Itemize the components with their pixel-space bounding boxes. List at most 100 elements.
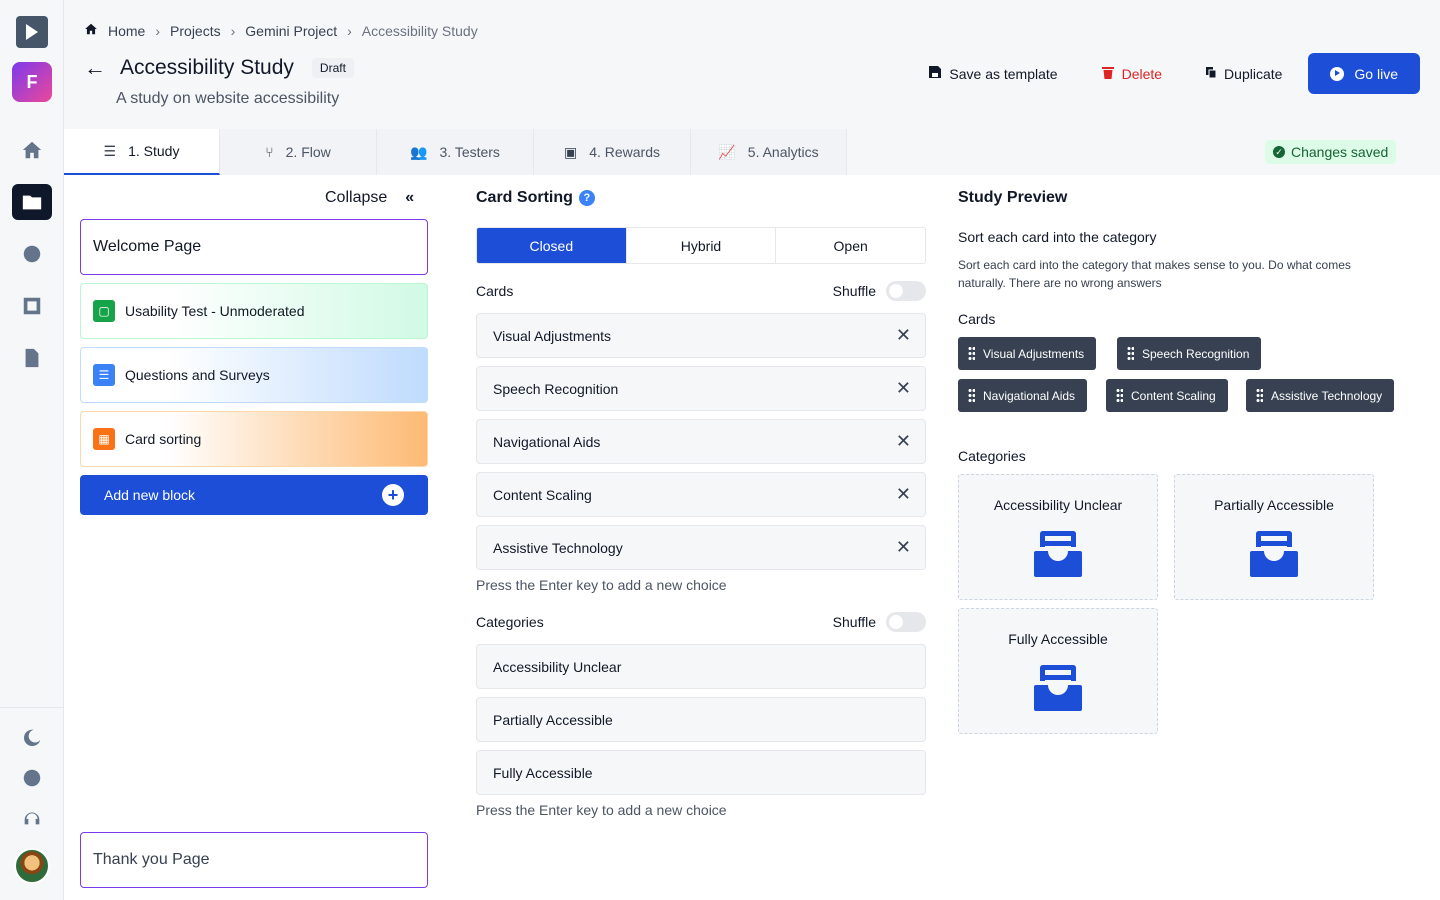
tab-rewards[interactable]: ▣ 4. Rewards — [534, 129, 691, 175]
preview-card-chip[interactable]: Speech Recognition — [1117, 337, 1262, 370]
preview-cards-label: Cards — [958, 311, 996, 327]
go-live-button[interactable]: Go live — [1308, 53, 1420, 94]
block-welcome-page[interactable]: Welcome Page — [80, 219, 428, 275]
page-title: Accessibility Study — [120, 56, 294, 79]
card-item[interactable]: Assistive Technology ✕ — [476, 525, 926, 570]
block-label: Welcome Page — [93, 238, 202, 255]
save-template-label: Save as template — [949, 65, 1058, 82]
folder-icon[interactable] — [12, 184, 52, 220]
close-icon[interactable]: ✕ — [896, 325, 911, 346]
tab-label: 3. Testers — [439, 144, 500, 160]
add-new-block-button[interactable]: Add new block + — [80, 475, 428, 515]
trash-icon — [1101, 66, 1114, 82]
moon-icon[interactable] — [12, 720, 52, 756]
app-logo-icon[interactable] — [16, 16, 48, 48]
duplicate-button[interactable]: Duplicate — [1184, 54, 1304, 94]
card-sort-icon: ▦ — [93, 428, 115, 450]
category-item-label: Fully Accessible — [493, 764, 593, 781]
globe-icon[interactable] — [12, 760, 52, 796]
status-badge: Draft — [311, 58, 354, 78]
card-item[interactable]: Visual Adjustments ✕ — [476, 313, 926, 358]
card-item-label: Navigational Aids — [493, 433, 601, 450]
block-thank-you-page[interactable]: Thank you Page — [80, 832, 428, 888]
changes-saved-label: Changes saved — [1291, 144, 1389, 160]
frame-icon[interactable] — [12, 288, 52, 324]
preview-description: Sort each card into the category that ma… — [958, 258, 1351, 290]
breadcrumb-home[interactable]: Home — [108, 23, 145, 39]
card-item[interactable]: Content Scaling ✕ — [476, 472, 926, 517]
categories-label: Categories — [476, 614, 544, 630]
category-title: Fully Accessible — [1008, 631, 1108, 647]
card-item[interactable]: Navigational Aids ✕ — [476, 419, 926, 464]
mode-hybrid[interactable]: Hybrid — [627, 228, 777, 263]
breadcrumb-projects[interactable]: Projects — [170, 23, 221, 39]
category-item[interactable]: Partially Accessible — [476, 697, 926, 742]
mode-open[interactable]: Open — [776, 228, 925, 263]
preview-card-chip[interactable]: Visual Adjustments — [958, 337, 1097, 370]
preview-card-chip[interactable]: Navigational Aids — [958, 379, 1088, 412]
inbox-icon — [1250, 531, 1298, 577]
preview-card-chip[interactable]: Content Scaling — [1106, 379, 1228, 412]
workspace-icon[interactable]: F — [12, 62, 52, 102]
help-icon[interactable]: ? — [578, 190, 595, 206]
breadcrumb-project[interactable]: Gemini Project — [245, 23, 337, 39]
block-card-sorting[interactable]: ▦ Card sorting — [80, 411, 428, 467]
drag-handle-icon — [968, 346, 975, 361]
chart-icon: 📈 — [718, 143, 736, 160]
add-new-block-label: Add new block — [104, 487, 196, 503]
preview-card-chip[interactable]: Assistive Technology — [1246, 379, 1395, 412]
block-usability-test[interactable]: ▢ Usability Test - Unmoderated — [80, 283, 428, 339]
card-item[interactable]: Speech Recognition ✕ — [476, 366, 926, 411]
changes-saved-badge: ✓ Changes saved — [1265, 140, 1397, 164]
brain-icon[interactable] — [12, 236, 52, 272]
category-title: Accessibility Unclear — [993, 497, 1123, 513]
mode-closed[interactable]: Closed — [477, 228, 627, 263]
tab-study[interactable]: ☰ 1. Study — [64, 129, 220, 175]
block-questions-surveys[interactable]: ☰ Questions and Surveys — [80, 347, 428, 403]
check-circle-icon: ✓ — [1273, 146, 1285, 158]
shuffle-label: Shuffle — [832, 283, 876, 299]
categories-shuffle-toggle[interactable] — [886, 612, 926, 632]
gift-icon: ▣ — [563, 143, 578, 160]
delete-button[interactable]: Delete — [1080, 54, 1184, 94]
collapse-label: Collapse — [325, 189, 388, 206]
chip-label: Speech Recognition — [1142, 346, 1250, 361]
category-item[interactable]: Fully Accessible — [476, 750, 926, 795]
drag-handle-icon — [1127, 346, 1134, 361]
home-icon[interactable] — [84, 22, 98, 39]
headset-icon[interactable] — [12, 800, 52, 836]
title-row: ← Accessibility Study Draft — [84, 55, 354, 81]
back-arrow-icon[interactable]: ← — [84, 55, 106, 81]
close-icon[interactable]: ✕ — [896, 378, 911, 399]
save-template-button[interactable]: Save as template — [907, 54, 1079, 94]
chip-label: Content Scaling — [1131, 388, 1216, 403]
preview-category-dropzone[interactable]: Accessibility Unclear — [958, 474, 1158, 600]
block-label: Questions and Surveys — [125, 367, 270, 383]
avatar[interactable] — [14, 848, 50, 884]
sort-mode-selector: Closed Hybrid Open — [476, 227, 926, 264]
shuffle-label: Shuffle — [832, 614, 876, 630]
cards-section-header: Cards Shuffle — [476, 281, 926, 301]
document-icon[interactable] — [12, 340, 52, 376]
chip-label: Visual Adjustments — [983, 346, 1085, 361]
inbox-icon — [1034, 531, 1082, 577]
preview-category-dropzone[interactable]: Partially Accessible — [1174, 474, 1374, 600]
tab-flow[interactable]: ⑂ 2. Flow — [220, 129, 377, 175]
collapse-button[interactable]: Collapse « — [325, 189, 414, 207]
cards-shuffle-toggle[interactable] — [886, 281, 926, 301]
close-icon[interactable]: ✕ — [896, 484, 911, 505]
category-item-label: Partially Accessible — [493, 711, 613, 728]
card-item-label: Speech Recognition — [493, 380, 619, 397]
breadcrumb-current: Accessibility Study — [361, 22, 478, 39]
preview-category-dropzone[interactable]: Fully Accessible — [958, 608, 1158, 734]
card-item-label: Visual Adjustments — [493, 327, 612, 344]
close-icon[interactable]: ✕ — [896, 537, 911, 558]
category-item-label: Accessibility Unclear — [493, 658, 622, 675]
home-icon[interactable] — [12, 132, 52, 168]
category-item[interactable]: Accessibility Unclear — [476, 644, 926, 689]
tab-testers[interactable]: 👥 3. Testers — [377, 129, 534, 175]
close-icon[interactable]: ✕ — [896, 431, 911, 452]
tab-analytics[interactable]: 📈 5. Analytics — [691, 129, 847, 175]
tab-label: 2. Flow — [285, 144, 331, 160]
page-subtitle: A study on website accessibility — [116, 90, 340, 107]
